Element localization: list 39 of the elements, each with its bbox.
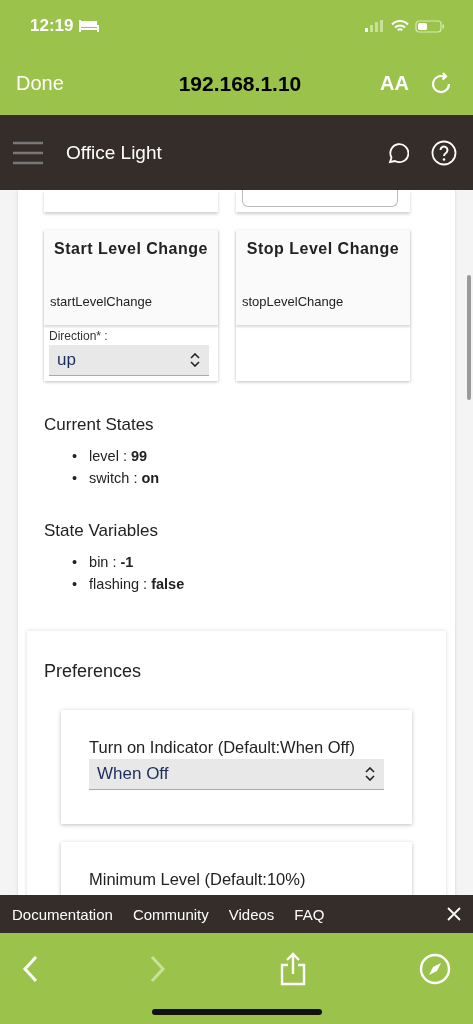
- section-heading: Current States: [44, 415, 155, 435]
- preference-label: Minimum Level (Default:10%): [89, 870, 307, 889]
- address-text[interactable]: 192.168.1.10: [178, 71, 302, 96]
- page-title: Office Light: [66, 141, 163, 164]
- section-heading: Preferences: [44, 661, 143, 682]
- section-heading: State Variables: [44, 521, 160, 541]
- menu-icon[interactable]: [12, 140, 44, 165]
- command-button[interactable]: Start Level Change startLevelChange: [44, 230, 218, 325]
- footer-link[interactable]: Community: [132, 905, 209, 923]
- input-field[interactable]: [242, 190, 398, 207]
- bullet: •: [72, 447, 78, 466]
- state-item: level : 99: [89, 447, 148, 466]
- back-icon[interactable]: [22, 955, 38, 983]
- footer-link[interactable]: Videos: [228, 905, 275, 923]
- command-button[interactable]: Stop Level Change stopLevelChange: [236, 230, 410, 325]
- battery-icon: [415, 19, 445, 33]
- reload-icon[interactable]: [431, 71, 453, 96]
- bed-icon: [79, 20, 100, 32]
- status-time: 12:19: [30, 16, 74, 36]
- state-item: switch : on: [89, 469, 160, 488]
- preference-select[interactable]: When Off: [89, 759, 384, 790]
- forward-icon[interactable]: [150, 955, 167, 983]
- footer-link[interactable]: Documentation: [12, 905, 113, 923]
- wifi-icon: [391, 19, 409, 33]
- footer-link[interactable]: FAQ: [294, 905, 325, 923]
- compass-icon[interactable]: [419, 953, 451, 985]
- field-label: Direction* :: [49, 329, 109, 343]
- chevron-updown-icon: [189, 353, 201, 367]
- signal-icon: [365, 20, 385, 32]
- help-icon[interactable]: [431, 139, 457, 166]
- bullet: •: [72, 469, 78, 488]
- bullet: •: [72, 575, 78, 594]
- direction-select[interactable]: up: [49, 345, 209, 376]
- bullet: •: [72, 553, 78, 572]
- preference-label: Turn on Indicator (Default:When Off): [89, 738, 356, 757]
- state-item: flashing : false: [89, 575, 185, 594]
- share-icon[interactable]: [278, 952, 307, 986]
- chevron-updown-icon: [364, 767, 376, 781]
- state-item: bin : -1: [89, 553, 134, 572]
